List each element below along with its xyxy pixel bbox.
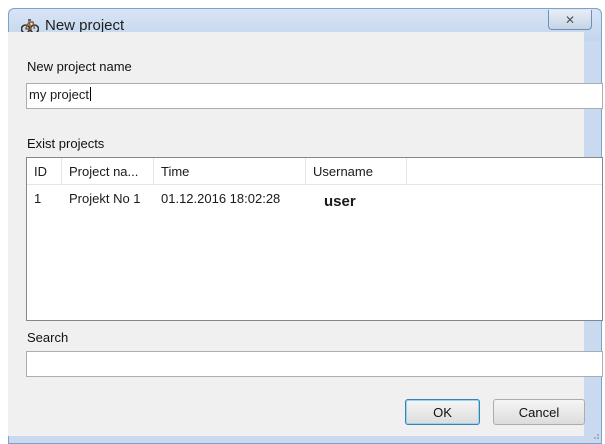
cell-id: 1 bbox=[34, 191, 42, 206]
text-caret bbox=[89, 87, 91, 101]
column-header-time[interactable]: Time bbox=[154, 158, 306, 184]
close-icon: ✕ bbox=[564, 12, 576, 27]
search-input[interactable] bbox=[26, 351, 603, 377]
cell-time: 01.12.2016 18:02:28 bbox=[161, 191, 281, 206]
column-header-filler bbox=[407, 158, 602, 184]
table-row[interactable]: 1 Projekt No 1 01.12.2016 18:02:28 user bbox=[27, 189, 602, 209]
close-button[interactable]: ✕ bbox=[548, 10, 592, 30]
project-name-value: my project bbox=[29, 87, 89, 102]
new-project-name-label: New project name bbox=[27, 59, 132, 74]
project-name-input[interactable]: my project bbox=[26, 83, 603, 109]
column-header-id[interactable]: ID bbox=[27, 158, 62, 184]
column-header-project-name[interactable]: Project na... bbox=[62, 158, 154, 184]
cell-username: user bbox=[324, 193, 356, 209]
resize-grip-icon[interactable] bbox=[590, 430, 600, 440]
cancel-button[interactable]: Cancel bbox=[493, 399, 585, 425]
list-header: ID Project na... Time Username bbox=[27, 158, 602, 185]
exist-projects-label: Exist projects bbox=[27, 136, 105, 151]
projects-list[interactable]: ID Project na... Time Username 1 Projekt… bbox=[26, 157, 603, 321]
cell-project-name: Projekt No 1 bbox=[69, 191, 141, 206]
ok-button[interactable]: OK bbox=[405, 399, 480, 425]
search-label: Search bbox=[27, 330, 69, 345]
column-header-username[interactable]: Username bbox=[306, 158, 407, 184]
